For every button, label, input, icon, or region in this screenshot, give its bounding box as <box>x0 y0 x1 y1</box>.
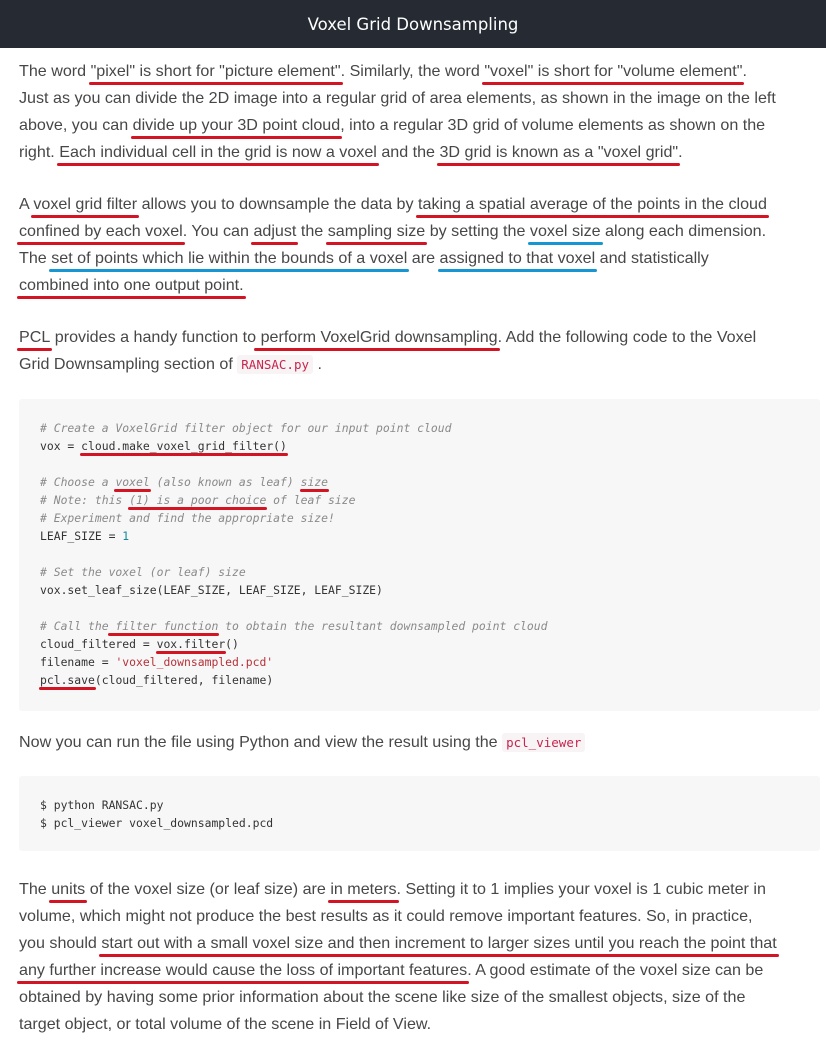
shell-command: $ python RANSAC.py <box>40 798 164 812</box>
annotated-phrase: units <box>51 880 86 898</box>
annotated-phrase: voxel grid filter <box>33 195 138 213</box>
page-title: Voxel Grid Downsampling <box>307 14 519 34</box>
annotated-phrase: combined into one output point. <box>19 276 244 294</box>
paragraph-voxel-grid-filter: A voxel grid filter allows you to downsa… <box>19 191 809 299</box>
annotated-code: pcl.save <box>40 673 95 687</box>
paragraph-pcl-function: PCL provides a handy function to perform… <box>19 324 809 378</box>
annotated-code: cloud.make_voxel_grid_filter() <box>81 439 287 453</box>
title-bar: Voxel Grid Downsampling <box>0 0 826 48</box>
shell-command: $ pcl_viewer voxel_downsampled.pcd <box>40 816 274 830</box>
annotated-phrase: Each individual cell in the grid is now … <box>59 143 377 161</box>
annotated-phrase: confined by each voxel <box>19 222 183 240</box>
text-line: confined by each voxel. You can adjust t… <box>19 222 767 240</box>
code-comment: # Experiment and find the appropriate si… <box>40 511 335 525</box>
annotated-phrase-blue: assigned to that voxel <box>439 249 596 267</box>
text-line: you should start out with a small voxel … <box>19 934 777 952</box>
inline-code-viewer: pcl_viewer <box>502 733 586 752</box>
annotated-phrase: taking a spatial average of the points i… <box>418 195 767 213</box>
text-line: PCL provides a handy function to perform… <box>19 328 757 346</box>
code-line: vox.set_leaf_size(LEAF_SIZE, LEAF_SIZE, … <box>40 583 383 597</box>
paragraph-pixel-voxel: The word "pixel" is short for "picture e… <box>19 58 809 166</box>
text-line: A voxel grid filter allows you to downsa… <box>19 195 767 213</box>
annotated-code: voxel <box>115 475 150 489</box>
code-comment: # Call the filter function to obtain the… <box>40 619 548 633</box>
code-line: cloud_filtered = vox.filter() <box>40 637 239 651</box>
annotated-code: size <box>300 475 329 489</box>
paragraph-run-file: Now you can run the file using Python an… <box>19 729 809 756</box>
annotated-code: (1) is a poor choice <box>129 493 267 507</box>
annotated-phrase: start out with a small voxel size and th… <box>101 934 777 952</box>
text-line: above, you can divide up your 3D point c… <box>19 116 766 134</box>
code-comment: # Set the voxel (or leaf) size <box>40 565 246 579</box>
text-line: right. Each individual cell in the grid … <box>19 143 683 161</box>
annotated-phrase: adjust <box>253 222 297 240</box>
annotated-phrase: any further increase would cause the los… <box>19 961 468 979</box>
text-line: The word "pixel" is short for "picture e… <box>19 62 747 80</box>
code-comment: # Choose a voxel (also known as leaf) si… <box>40 475 329 489</box>
code-line: filename = 'voxel_downsampled.pcd' <box>40 655 274 669</box>
annotated-code: vox.filter <box>156 637 226 651</box>
code-line: LEAF_SIZE = 1 <box>40 529 130 543</box>
annotated-phrase: "pixel" is short for "picture element" <box>90 62 341 80</box>
code-block-voxel-filter[interactable]: # Create a VoxelGrid filter object for o… <box>19 399 820 711</box>
code-comment: # Create a VoxelGrid filter object for o… <box>40 421 452 435</box>
annotated-phrase: sampling size <box>327 222 426 240</box>
code-comment: # Note: this (1) is a poor choice of lea… <box>40 493 356 507</box>
text-line: Grid Downsampling section of RANSAC.py . <box>19 355 322 374</box>
paragraph-units: The units of the voxel size (or leaf siz… <box>19 876 809 1038</box>
inline-code-filename: RANSAC.py <box>237 355 313 374</box>
text-line: Now you can run the file using Python an… <box>19 729 809 756</box>
annotated-code: filter function <box>108 619 219 633</box>
text-line: volume, which might not produce the best… <box>19 907 753 925</box>
annotated-phrase: PCL <box>19 328 51 346</box>
text-line: combined into one output point. <box>19 272 809 299</box>
annotated-phrase-blue: set of points which lie within the bound… <box>51 249 408 267</box>
annotated-phrase: perform VoxelGrid downsampling <box>256 328 498 346</box>
code-block-shell[interactable]: $ python RANSAC.py $ pcl_viewer voxel_do… <box>19 776 820 851</box>
code-line: pcl.save(cloud_filtered, filename) <box>40 673 274 687</box>
text-line: The units of the voxel size (or leaf siz… <box>19 880 766 898</box>
text-line: target object, or total volume of the sc… <box>19 1015 432 1033</box>
code-line: vox = cloud.make_voxel_grid_filter() <box>40 439 287 453</box>
annotated-phrase: 3D grid is known as a "voxel grid" <box>439 143 679 161</box>
text-line: any further increase would cause the los… <box>19 961 764 979</box>
text-line: obtained by having some prior informatio… <box>19 988 746 1006</box>
annotated-phrase-blue: voxel size <box>529 222 601 240</box>
annotated-phrase: in meters <box>330 880 397 898</box>
text-line: The set of points which lie within the b… <box>19 249 709 267</box>
text-line: Just as you can divide the 2D image into… <box>19 89 776 107</box>
annotated-phrase: "voxel" is short for "volume element" <box>484 62 743 80</box>
annotated-phrase: divide up your 3D point cloud <box>132 116 341 134</box>
